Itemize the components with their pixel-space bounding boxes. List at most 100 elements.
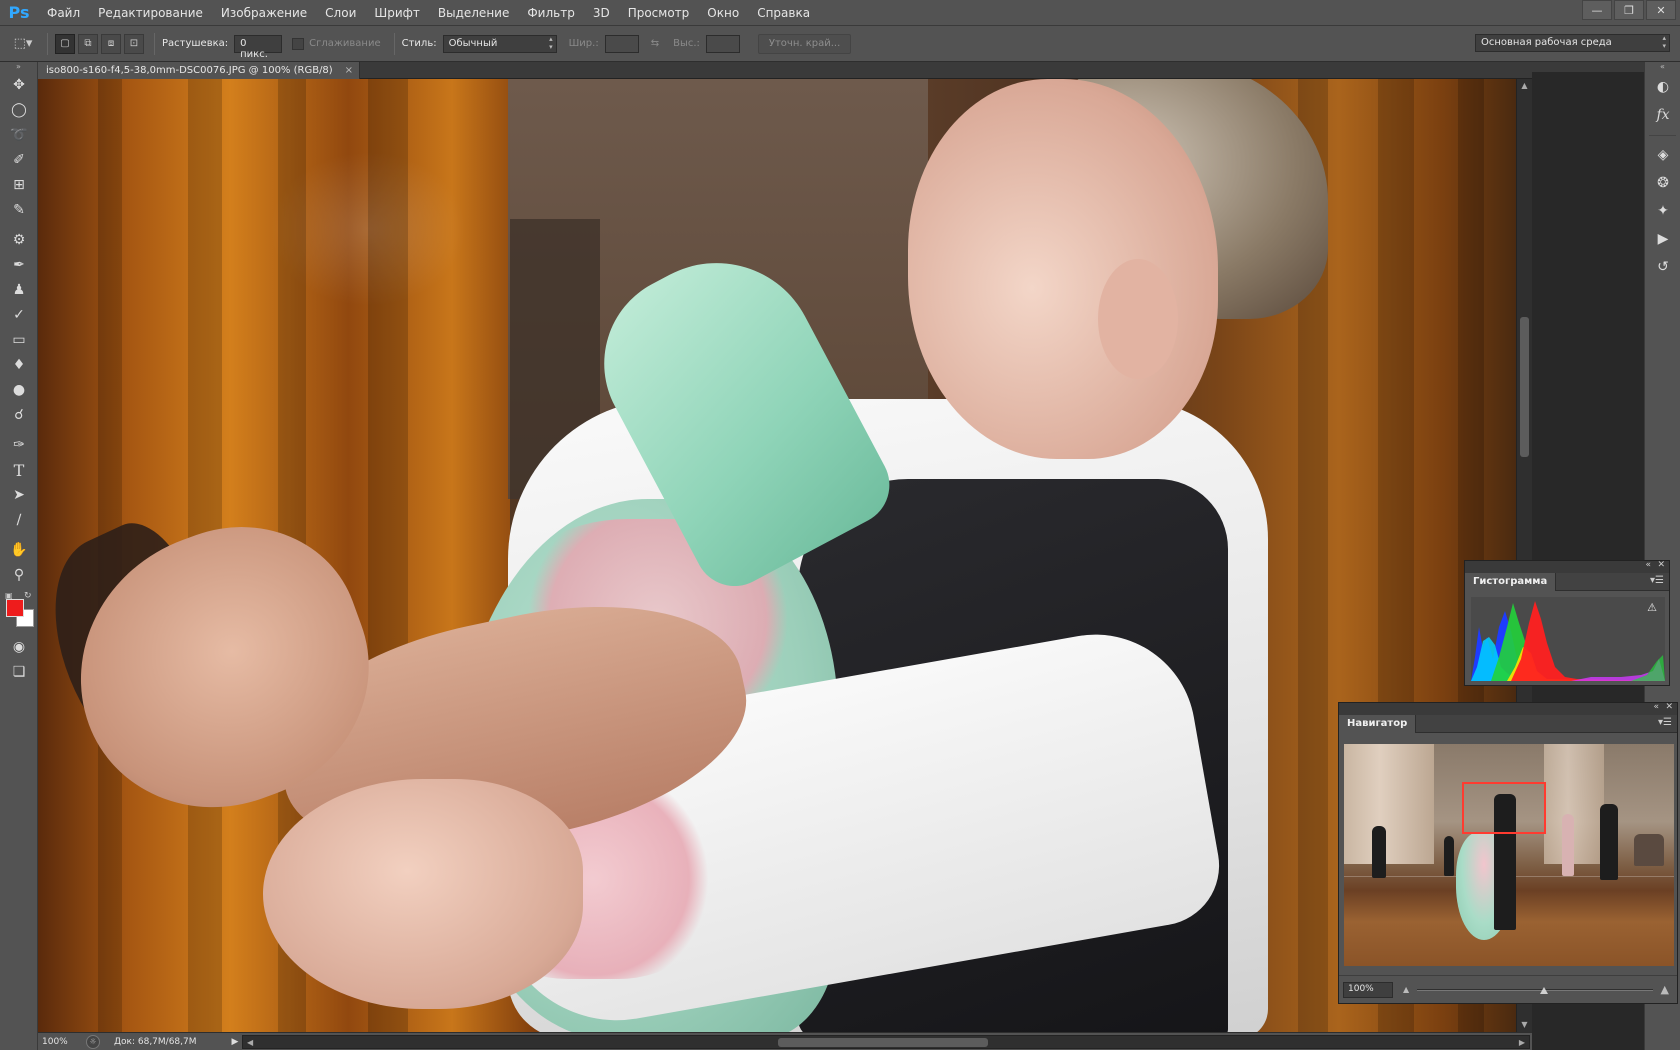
- styles-panel-icon[interactable]: fx: [1649, 102, 1677, 128]
- channels-panel-icon[interactable]: ❂: [1649, 170, 1677, 196]
- quick-selection-tool-icon[interactable]: ✐: [4, 148, 34, 172]
- style-select[interactable]: Обычный: [442, 34, 557, 53]
- antialias-checkbox[interactable]: [292, 37, 305, 50]
- layers-panel-icon[interactable]: ◈: [1649, 142, 1677, 168]
- zoom-out-icon[interactable]: ▲: [1403, 985, 1409, 994]
- navigator-zoom-slider[interactable]: [1417, 983, 1653, 997]
- document-canvas[interactable]: [38, 79, 1516, 1032]
- menu-help[interactable]: Справка: [748, 0, 819, 26]
- menu-edit[interactable]: Редактирование: [89, 0, 212, 26]
- histogram-tab[interactable]: Гистограмма: [1465, 573, 1557, 591]
- zoom-slider-knob[interactable]: [1539, 986, 1548, 994]
- navigator-preview[interactable]: [1344, 744, 1674, 966]
- status-menu-icon[interactable]: ▶: [228, 1037, 242, 1047]
- menu-window[interactable]: Окно: [698, 0, 748, 26]
- menu-select[interactable]: Выделение: [429, 0, 518, 26]
- actions-panel-icon[interactable]: ▶: [1649, 226, 1677, 252]
- proof-setup-icon[interactable]: ☼: [86, 1034, 100, 1049]
- healing-brush-tool-icon[interactable]: ⚙: [4, 228, 34, 252]
- histogram-chart: [1471, 601, 1665, 681]
- lasso-tool-icon[interactable]: ➰: [4, 123, 34, 147]
- horizontal-scroll-thumb[interactable]: [778, 1037, 988, 1047]
- close-panel-icon[interactable]: ✕: [1665, 702, 1673, 712]
- blur-tool-icon[interactable]: ●: [4, 378, 34, 402]
- refine-edge-button[interactable]: Уточн. край...: [757, 33, 852, 54]
- subtract-selection-icon[interactable]: ⧈: [101, 33, 121, 54]
- history-brush-tool-icon[interactable]: ✓: [4, 303, 34, 327]
- paint-bucket-tool-icon[interactable]: ♦: [4, 353, 34, 377]
- style-label: Стиль:: [401, 38, 437, 49]
- zoom-tool-icon[interactable]: ⚲: [4, 563, 34, 587]
- pen-tool-icon[interactable]: ✑: [4, 433, 34, 457]
- dodge-tool-icon[interactable]: ☌: [4, 403, 34, 427]
- crop-tool-icon[interactable]: ⊞: [4, 173, 34, 197]
- minimize-icon[interactable]: —: [1582, 0, 1612, 20]
- horizontal-scrollbar[interactable]: ◀ ▶: [242, 1034, 1530, 1049]
- width-label: Шир.:: [568, 38, 599, 49]
- width-input[interactable]: [604, 34, 639, 53]
- menu-3d[interactable]: 3D: [584, 0, 619, 26]
- menu-filter[interactable]: Фильтр: [518, 0, 583, 26]
- close-document-icon[interactable]: ×: [345, 62, 353, 79]
- color-swatches: ▣ ↻: [2, 591, 36, 631]
- photoshop-logo: Ps: [8, 3, 30, 22]
- scroll-right-icon[interactable]: ▶: [1519, 1036, 1525, 1049]
- clone-stamp-tool-icon[interactable]: ♟: [4, 278, 34, 302]
- foreground-color-swatch[interactable]: [6, 599, 24, 617]
- eyedropper-tool-icon[interactable]: ✎: [4, 198, 34, 222]
- menu-layers[interactable]: Слои: [316, 0, 365, 26]
- quick-mask-icon[interactable]: ◉: [4, 635, 34, 659]
- nav-person: [1562, 814, 1574, 876]
- brush-tool-icon[interactable]: ✒: [4, 253, 34, 277]
- intersect-selection-icon[interactable]: ⊡: [124, 33, 144, 54]
- vertical-scroll-thumb[interactable]: [1520, 317, 1529, 457]
- scroll-left-icon[interactable]: ◀: [247, 1036, 253, 1049]
- marquee-tool-icon[interactable]: ◯: [4, 98, 34, 122]
- navigator-footer: 100% ▲ ▲: [1339, 975, 1677, 1003]
- menu-file[interactable]: Файл: [38, 0, 89, 26]
- tools-panel: » ✥ ◯ ➰ ✐ ⊞ ✎ ⚙ ✒ ♟ ✓ ▭ ♦ ● ☌ ✑ T ➤ ∕ ✋ …: [0, 62, 38, 1050]
- navigator-view-box[interactable]: [1462, 782, 1546, 834]
- menu-view[interactable]: Просмотр: [619, 0, 699, 26]
- path-selection-tool-icon[interactable]: ➤: [4, 483, 34, 507]
- swap-colors-icon[interactable]: ↻: [24, 591, 32, 601]
- paths-panel-icon[interactable]: ✦: [1649, 198, 1677, 224]
- menu-image[interactable]: Изображение: [212, 0, 316, 26]
- panel-menu-icon[interactable]: ▾☰: [1650, 575, 1664, 586]
- status-bar: 100% ☼ Док: 68,7M/68,7M ▶ ◀ ▶: [38, 1032, 1532, 1050]
- expand-panels-icon[interactable]: «: [1645, 62, 1680, 72]
- feather-input[interactable]: 0 пикс.: [234, 34, 283, 60]
- marquee-preset-icon[interactable]: ⬚▾: [6, 32, 40, 56]
- workspace-select[interactable]: Основная рабочая среда: [1475, 34, 1670, 52]
- scroll-up-icon[interactable]: ▲: [1517, 79, 1532, 93]
- screen-mode-icon[interactable]: ❏: [4, 660, 34, 684]
- cache-warning-icon[interactable]: ⚠: [1647, 601, 1657, 614]
- add-selection-icon[interactable]: ⧉: [78, 33, 98, 54]
- navigator-tab[interactable]: Навигатор: [1339, 715, 1417, 733]
- close-icon[interactable]: ✕: [1646, 0, 1676, 20]
- new-selection-icon[interactable]: ▢: [55, 33, 75, 54]
- panel-menu-icon[interactable]: ▾☰: [1658, 717, 1672, 728]
- navigator-zoom-input[interactable]: 100%: [1343, 981, 1393, 998]
- window-controls: — ❐ ✕: [1580, 0, 1676, 20]
- zoom-in-icon[interactable]: ▲: [1661, 983, 1669, 996]
- restore-icon[interactable]: ❐: [1614, 0, 1644, 20]
- history-panel-icon[interactable]: ↺: [1649, 254, 1677, 280]
- color-panel-icon[interactable]: ◐: [1649, 74, 1677, 100]
- height-input[interactable]: [705, 34, 740, 53]
- collapse-panel-icon[interactable]: «: [1653, 702, 1659, 712]
- hand-tool-icon[interactable]: ✋: [4, 538, 34, 562]
- type-tool-icon[interactable]: T: [4, 458, 34, 482]
- status-zoom[interactable]: 100%: [38, 1037, 78, 1047]
- close-panel-icon[interactable]: ✕: [1657, 560, 1665, 570]
- eraser-tool-icon[interactable]: ▭: [4, 328, 34, 352]
- nav-person: [1372, 826, 1386, 878]
- document-tab[interactable]: iso800-s160-f4,5-38,0mm-DSC0076.JPG @ 10…: [38, 62, 360, 79]
- menu-type[interactable]: Шрифт: [365, 0, 429, 26]
- move-tool-icon[interactable]: ✥: [4, 73, 34, 97]
- swap-icon[interactable]: ⇆: [651, 38, 659, 49]
- collapse-icon[interactable]: »: [0, 62, 37, 72]
- collapse-panel-icon[interactable]: «: [1645, 560, 1651, 570]
- line-tool-icon[interactable]: ∕: [4, 508, 34, 532]
- scroll-down-icon[interactable]: ▼: [1517, 1018, 1532, 1032]
